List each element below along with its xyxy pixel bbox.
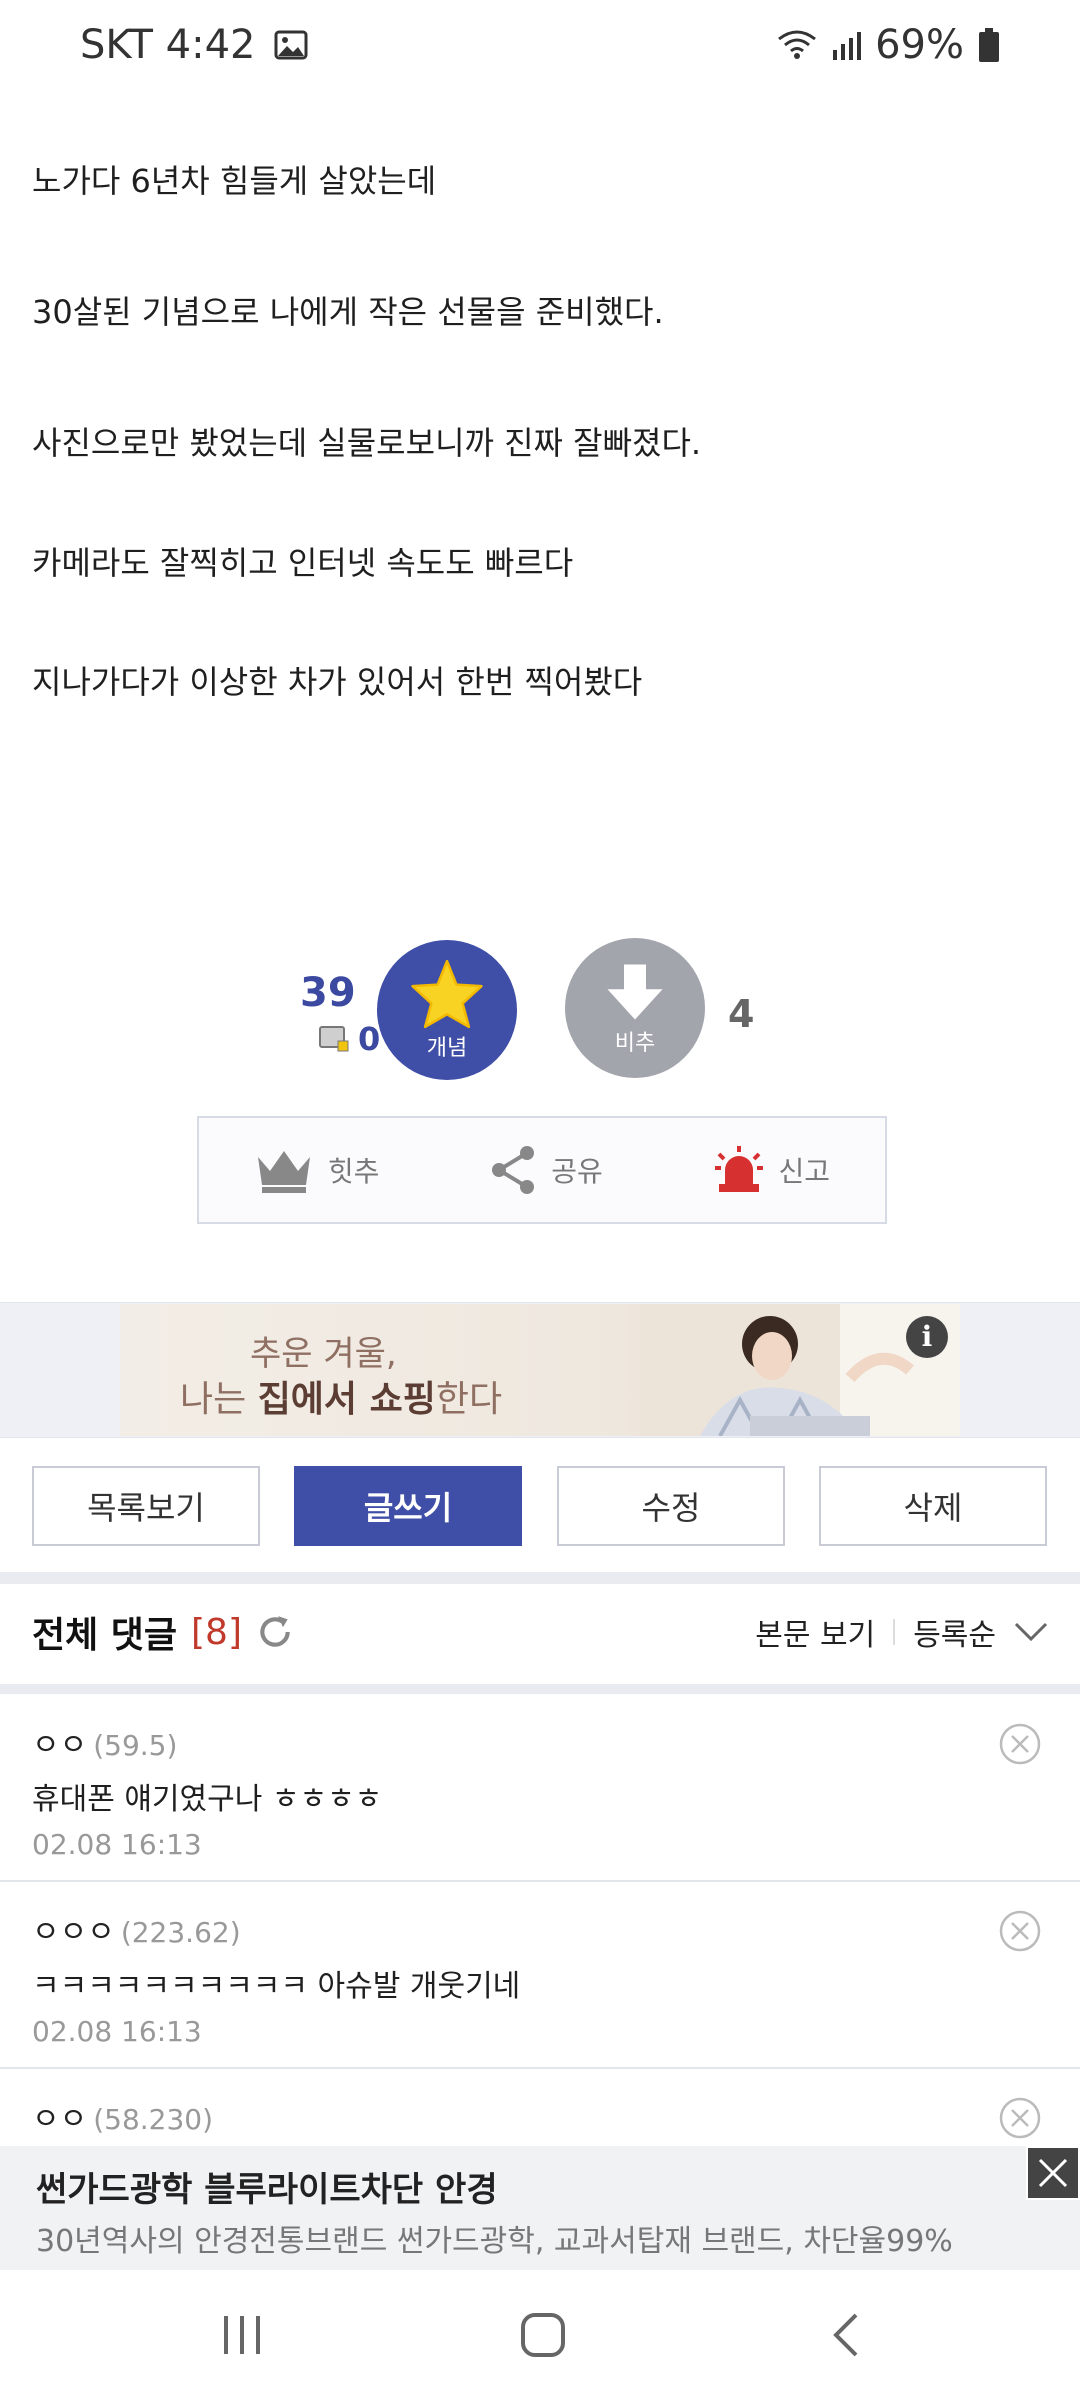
hit-recommend-button[interactable]: 힛추: [254, 1145, 380, 1195]
comments-title: 전체 댓글: [32, 1615, 178, 1656]
crown-icon: [257, 1151, 310, 1193]
divider: [893, 1619, 896, 1645]
hit-label: 힛추: [327, 1155, 380, 1188]
list-button[interactable]: 목록보기: [32, 1466, 260, 1546]
battery-percent: 69%: [875, 22, 964, 68]
ad-headline: 추운 겨울,: [250, 1334, 397, 1374]
article-paragraph: 노가다 6년차 힘들게 살았는데: [32, 162, 437, 200]
ad-info-icon[interactable]: i: [906, 1316, 948, 1358]
star-icon: [411, 959, 483, 1029]
article-paragraph: 사진으로만 봤었는데 실물로보니까 진짜 잘빠졌다.: [32, 424, 702, 462]
delete-button[interactable]: 삭제: [819, 1466, 1047, 1546]
comment-ip: (223.62): [120, 1916, 241, 1949]
report-label: 신고: [778, 1155, 831, 1188]
comment-ip: (58.230): [93, 2103, 214, 2136]
write-button[interactable]: 글쓰기: [294, 1466, 522, 1546]
home-icon[interactable]: [520, 2312, 566, 2358]
siren-icon: [714, 1146, 763, 1192]
wifi-icon: [778, 30, 817, 59]
delete-comment-icon[interactable]: [998, 2096, 1042, 2140]
recommend-button[interactable]: 개념: [377, 940, 517, 1080]
delete-comment-icon[interactable]: [998, 1909, 1042, 1953]
comment-text: ㅋㅋㅋㅋㅋㅋㅋㅋㅋㅋ 아슈발 개웃기네: [32, 1969, 521, 2004]
comments-header: 전체 댓글 [8]: [32, 1606, 294, 1658]
view-body-link[interactable]: 본문 보기: [755, 1610, 875, 1654]
comment-author: ㅇㅇ (59.5): [32, 1728, 178, 1763]
divider: [0, 1684, 1080, 1694]
bottom-ad-title: 썬가드광학 블루라이트차단 안경: [36, 2170, 498, 2210]
chevron-down-icon[interactable]: [1014, 1621, 1048, 1643]
article-paragraph: 30살된 기념으로 나에게 작은 선물을 준비했다.: [32, 293, 664, 331]
nonrecommend-button[interactable]: 비추: [565, 938, 705, 1078]
comment-item: ㅇㅇ (59.5) 휴대폰 얘기였구나 ㅎㅎㅎㅎ 02.08 16:13: [0, 1694, 1080, 1882]
recommend-count: 39: [300, 970, 356, 1016]
fixed-recommend: 0: [318, 1020, 380, 1058]
bottom-ad-description: 30년역사의 안경전통브랜드 썬가드광학, 교과서탑재 브랜드, 차단율99%: [36, 2224, 953, 2259]
close-icon: [1038, 2158, 1068, 2188]
system-nav-bar: [0, 2270, 1080, 2400]
comment-text: 휴대폰 얘기였구나 ㅎㅎㅎㅎ: [32, 1782, 383, 1817]
comments-options: 본문 보기 등록순: [755, 1610, 1048, 1654]
share-label: 공유: [551, 1155, 603, 1188]
action-bar: 힛추 공유 신고: [197, 1116, 887, 1224]
divider: [0, 1572, 1080, 1584]
sort-select[interactable]: 등록순: [913, 1610, 996, 1654]
back-icon[interactable]: [830, 2312, 860, 2358]
share-button[interactable]: 공유: [489, 1145, 603, 1195]
image-icon: [274, 30, 307, 60]
recent-apps-icon[interactable]: [222, 2314, 262, 2356]
nonrecommend-count: 4: [728, 992, 755, 1036]
status-bar-right: 69%: [777, 22, 1000, 68]
bottom-ad[interactable]: 썬가드광학 블루라이트차단 안경 30년역사의 안경전통브랜드 썬가드광학, 교…: [0, 2146, 1080, 2270]
down-arrow-icon: [607, 964, 663, 1020]
refresh-icon[interactable]: [256, 1613, 294, 1651]
article-paragraph: 카메라도 잘찍히고 인터넷 속도도 빠르다: [32, 544, 574, 582]
comment-author: ㅇㅇㅇ (223.62): [32, 1915, 241, 1950]
signal-icon: [833, 32, 862, 60]
fixed-count: 0: [358, 1020, 381, 1058]
comments-count: [8]: [191, 1611, 243, 1653]
comment-author: ㅇㅇ (58.230): [32, 2102, 214, 2137]
comment-item: ㅇㅇㅇ (223.62) ㅋㅋㅋㅋㅋㅋㅋㅋㅋㅋ 아슈발 개웃기네 02.08 16…: [0, 1881, 1080, 2069]
report-button[interactable]: 신고: [713, 1144, 831, 1196]
nonrecommend-label: 비추: [614, 1031, 656, 1056]
carrier-time: SKT 4:42: [80, 22, 256, 68]
ad-banner[interactable]: 추운 겨울, 나는 집에서 쇼핑한다 i: [120, 1304, 960, 1436]
edit-button[interactable]: 수정: [557, 1466, 785, 1546]
comment-date: 02.08 16:13: [32, 2015, 202, 2048]
delete-comment-icon[interactable]: [998, 1722, 1042, 1766]
comment-ip: (59.5): [93, 1729, 178, 1762]
mobile-recommend-icon: [319, 1026, 349, 1052]
ad-subheadline: 나는 집에서 쇼핑한다: [180, 1379, 503, 1420]
status-bar-left: SKT 4:42: [80, 22, 308, 68]
comment-date: 02.08 16:13: [32, 1828, 202, 1861]
ad-close-button[interactable]: [1026, 2146, 1080, 2200]
battery-icon: [979, 28, 999, 62]
article-paragraph: 지나가다가 이상한 차가 있어서 한번 찍어봤다: [32, 663, 643, 701]
recommend-label: 개념: [426, 1036, 468, 1061]
share-icon: [492, 1146, 535, 1194]
